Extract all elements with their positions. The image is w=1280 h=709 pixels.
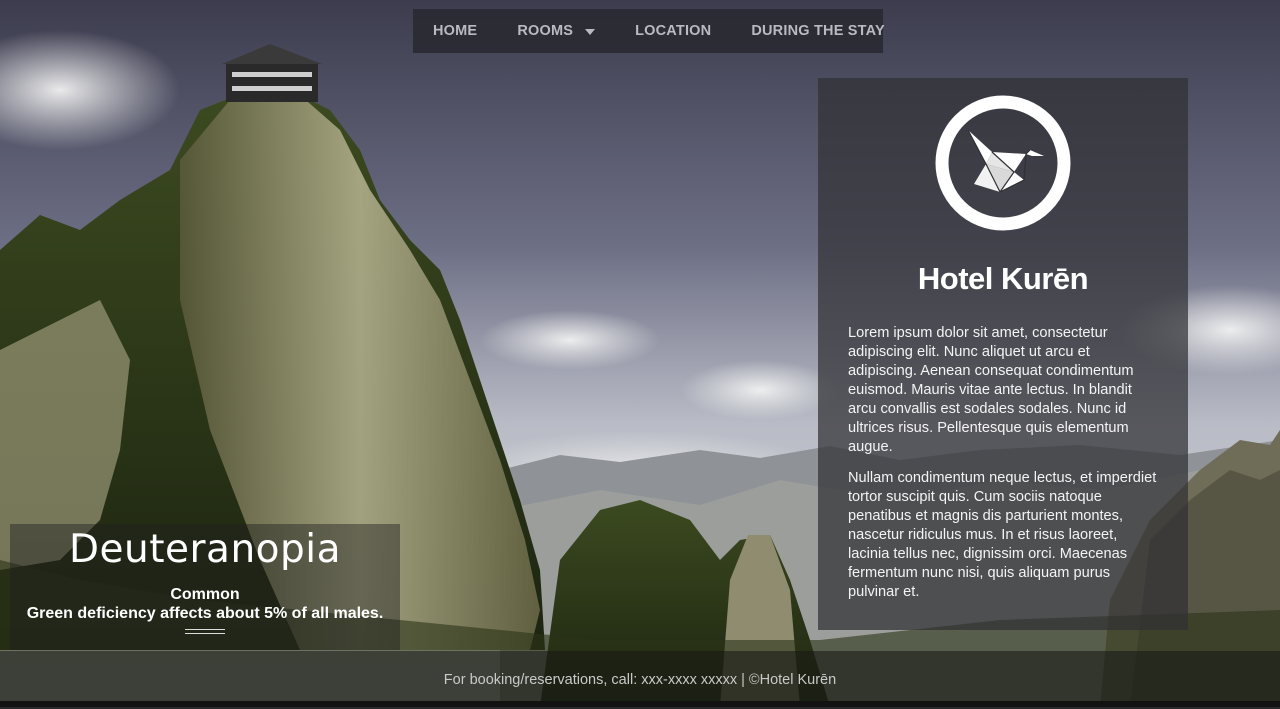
origami-crane-icon bbox=[935, 95, 1071, 231]
hotel-name: Hotel Kurēn bbox=[917, 261, 1089, 296]
chevron-down-icon[interactable] bbox=[585, 29, 596, 35]
footer: For booking/reservations, call: xxx-xxxx… bbox=[0, 651, 1280, 701]
caption-divider bbox=[185, 629, 225, 634]
nav-rooms-label[interactable]: ROOMS bbox=[517, 23, 573, 39]
hotel-description: Lorem ipsum dolor sit amet, consectetur … bbox=[848, 324, 1162, 614]
hotel-logo bbox=[934, 94, 1072, 232]
caption-description: Green deficiency affects about 5% of all… bbox=[26, 605, 384, 622]
nav-location[interactable]: LOCATION bbox=[635, 23, 711, 39]
description-paragraph: Lorem ipsum dolor sit amet, consectetur … bbox=[848, 325, 1134, 455]
nav-location-label[interactable]: LOCATION bbox=[635, 23, 711, 39]
main-nav: HOME ROOMS LOCATION DURING THE STAY bbox=[413, 9, 885, 53]
page-bottom-edge bbox=[0, 701, 1280, 707]
nav-during-the-stay-label[interactable]: DURING THE STAY bbox=[751, 23, 885, 39]
nav-home[interactable]: HOME bbox=[433, 23, 477, 39]
hotel-info-panel: Hotel Kurēn Lorem ipsum dolor sit amet, … bbox=[818, 78, 1188, 630]
description-paragraph: Nullam condimentum neque lectus, et impe… bbox=[848, 470, 1157, 600]
caption-title: Deuteranopia bbox=[68, 527, 342, 572]
nav-during-the-stay[interactable]: DURING THE STAY bbox=[751, 23, 885, 39]
nav-home-label[interactable]: HOME bbox=[433, 23, 477, 39]
caption-subtitle: Common bbox=[170, 586, 240, 603]
nav-rooms[interactable]: ROOMS bbox=[517, 23, 596, 39]
image-caption: Deuteranopia Common Green deficiency aff… bbox=[10, 524, 400, 650]
footer-text: For booking/reservations, call: xxx-xxxx… bbox=[443, 672, 837, 688]
